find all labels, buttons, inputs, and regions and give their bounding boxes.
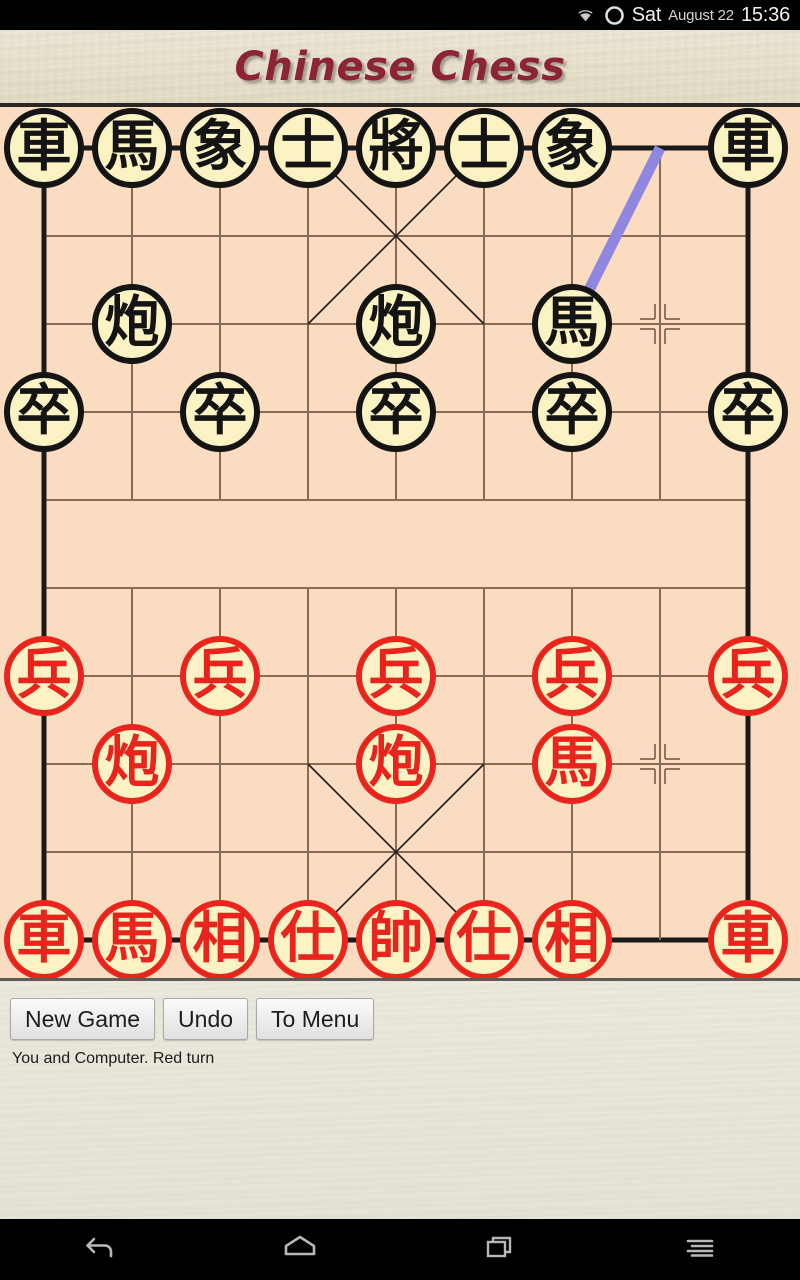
- red-elephant-left[interactable]: 相: [180, 900, 260, 978]
- black-advisor-right[interactable]: 士: [444, 108, 524, 188]
- control-panel: New Game Undo To Menu: [0, 978, 800, 1219]
- new-game-button[interactable]: New Game: [10, 998, 156, 1041]
- red-chariot-right[interactable]: 車: [708, 900, 788, 978]
- red-cannon-left[interactable]: 炮: [92, 724, 172, 804]
- piece-glyph: 炮: [104, 729, 160, 794]
- wifi-icon: [574, 6, 597, 24]
- red-pawn-5[interactable]: 兵: [708, 636, 788, 716]
- black-cannon-left[interactable]: 炮: [92, 284, 172, 364]
- piece-glyph: 士: [456, 113, 512, 178]
- undo-button[interactable]: Undo: [163, 998, 249, 1041]
- status-date: August 22: [668, 6, 734, 24]
- red-advisor-right[interactable]: 仕: [444, 900, 524, 978]
- piece-glyph: 馬: [544, 729, 600, 794]
- red-cannon-right[interactable]: 炮: [356, 724, 436, 804]
- piece-glyph: 卒: [16, 377, 72, 442]
- piece-glyph: 卒: [544, 377, 600, 442]
- red-pawn-4[interactable]: 兵: [532, 636, 612, 716]
- red-pawn-3[interactable]: 兵: [356, 636, 436, 716]
- piece-glyph: 士: [280, 113, 336, 178]
- piece-glyph: 相: [192, 905, 248, 970]
- to-menu-button[interactable]: To Menu: [256, 998, 375, 1041]
- home-icon: [282, 1233, 318, 1266]
- piece-glyph: 馬: [104, 905, 160, 970]
- piece-glyph: 相: [544, 905, 600, 970]
- back-button[interactable]: [0, 1219, 200, 1280]
- piece-glyph: 馬: [544, 289, 600, 354]
- piece-glyph: 卒: [720, 377, 776, 442]
- circle-indicator-icon: [604, 5, 625, 26]
- board-grid: [41, 145, 751, 943]
- xiangqi-board[interactable]: 車馬象士將士象車炮炮馬卒卒卒卒卒兵兵兵兵兵炮炮馬車馬相仕帥仕相車: [0, 107, 800, 978]
- piece-glyph: 車: [16, 113, 72, 178]
- piece-glyph: 車: [720, 905, 776, 970]
- piece-glyph: 將: [368, 113, 424, 178]
- red-horse-right[interactable]: 馬: [532, 724, 612, 804]
- menu-button[interactable]: [600, 1219, 800, 1280]
- piece-glyph: 仕: [280, 905, 336, 970]
- piece-glyph: 炮: [104, 289, 160, 354]
- black-general[interactable]: 將: [356, 108, 436, 188]
- piece-glyph: 仕: [456, 905, 512, 970]
- app-title-bar: Chinese Chess: [0, 30, 800, 107]
- red-chariot-left[interactable]: 車: [4, 900, 84, 978]
- black-chariot-left[interactable]: 車: [4, 108, 84, 188]
- piece-glyph: 兵: [720, 641, 776, 706]
- black-cannon-right[interactable]: 炮: [356, 284, 436, 364]
- piece-glyph: 兵: [368, 641, 424, 706]
- piece-glyph: 卒: [192, 377, 248, 442]
- recents-icon: [483, 1232, 517, 1267]
- black-pawn-3[interactable]: 卒: [356, 372, 436, 452]
- black-elephant-left[interactable]: 象: [180, 108, 260, 188]
- piece-glyph: 馬: [104, 113, 160, 178]
- status-time: 15:36: [740, 4, 790, 26]
- home-button[interactable]: [200, 1219, 400, 1280]
- black-elephant-right[interactable]: 象: [532, 108, 612, 188]
- piece-glyph: 兵: [192, 641, 248, 706]
- page-title: Chinese Chess: [234, 43, 566, 90]
- piece-glyph: 兵: [16, 641, 72, 706]
- game-status-text: You and Computer. Red turn: [12, 1050, 215, 1067]
- black-pawn-1[interactable]: 卒: [4, 372, 84, 452]
- black-chariot-right[interactable]: 車: [708, 108, 788, 188]
- android-nav-bar: [0, 1219, 800, 1280]
- back-icon: [83, 1232, 117, 1267]
- menu-icon: [683, 1234, 717, 1265]
- piece-glyph: 炮: [368, 729, 424, 794]
- red-pawn-1[interactable]: 兵: [4, 636, 84, 716]
- piece-glyph: 兵: [544, 641, 600, 706]
- recents-button[interactable]: [400, 1219, 600, 1280]
- piece-glyph: 車: [16, 905, 72, 970]
- black-pawn-5[interactable]: 卒: [708, 372, 788, 452]
- red-elephant-right[interactable]: 相: [532, 900, 612, 978]
- black-pawn-4[interactable]: 卒: [532, 372, 612, 452]
- piece-glyph: 車: [720, 113, 776, 178]
- button-row: New Game Undo To Menu: [10, 998, 375, 1041]
- red-horse-left[interactable]: 馬: [92, 900, 172, 978]
- red-pawn-2[interactable]: 兵: [180, 636, 260, 716]
- piece-glyph: 卒: [368, 377, 424, 442]
- piece-glyph: 帥: [368, 905, 424, 970]
- red-advisor-left[interactable]: 仕: [268, 900, 348, 978]
- black-advisor-left[interactable]: 士: [268, 108, 348, 188]
- black-pawn-2[interactable]: 卒: [180, 372, 260, 452]
- black-horse-right[interactable]: 馬: [532, 284, 612, 364]
- piece-glyph: 象: [544, 113, 600, 178]
- red-general[interactable]: 帥: [356, 900, 436, 978]
- status-day: Sat: [631, 4, 662, 26]
- piece-glyph: 炮: [368, 289, 424, 354]
- black-horse-left[interactable]: 馬: [92, 108, 172, 188]
- android-status-bar: Sat August 22 15:36: [0, 0, 800, 30]
- piece-glyph: 象: [192, 113, 248, 178]
